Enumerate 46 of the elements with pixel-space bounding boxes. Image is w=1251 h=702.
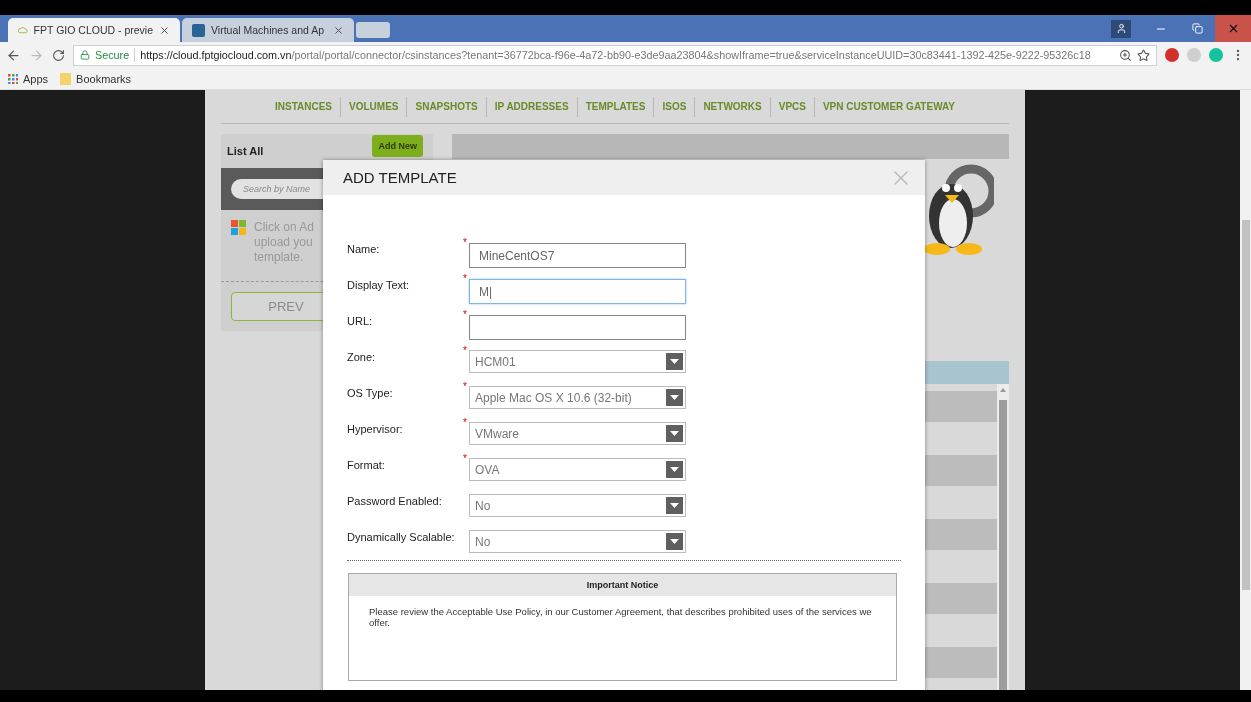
nav-link[interactable]: INSTANCES bbox=[267, 96, 341, 117]
panel-title: List All bbox=[227, 144, 264, 157]
tab-title: FPT GIO CLOUD - previe bbox=[33, 24, 153, 36]
nav-link[interactable]: IP ADDRESSES bbox=[485, 96, 577, 117]
url-text: https://cloud.fptgiocloud.com.vn/portal/portal/connector/csinstances?tenant=36772bca-f96e-4a72-bb90-e3de9aa23804&showIframe=true&serviceInstanceUUID=30c83441-1392-425e-9222-95326c18 bbox=[140, 49, 1092, 61]
field-label: Zone: bbox=[347, 350, 377, 363]
nav-link[interactable]: NETWORKS bbox=[694, 96, 770, 117]
required-mark: * bbox=[463, 237, 467, 248]
text-field[interactable]: M| bbox=[469, 279, 686, 304]
field-label: Hypervisor: bbox=[347, 422, 404, 435]
dropdown-field[interactable]: Apple Mac OS X 10.6 (32-bit) bbox=[469, 386, 686, 409]
nav-link[interactable]: VOLUMES bbox=[340, 96, 407, 117]
dropdown-field[interactable]: OVA bbox=[469, 458, 686, 481]
nav-link[interactable]: TEMPLATES bbox=[576, 96, 654, 117]
bookmarks-folder[interactable]: Bookmarks bbox=[60, 72, 132, 85]
nav-link[interactable]: ISOS bbox=[653, 96, 695, 117]
required-mark: * bbox=[463, 417, 467, 428]
field-label: OS Type: bbox=[347, 386, 394, 399]
tab-title: Virtual Machines and Ap bbox=[211, 24, 326, 36]
field-label: Password Enabled: bbox=[347, 494, 443, 507]
required-mark: * bbox=[463, 273, 467, 284]
text-field[interactable]: MineCentOS7 bbox=[469, 243, 686, 268]
field-label: Name: bbox=[347, 242, 381, 255]
required-mark: * bbox=[463, 309, 467, 320]
browser-tab[interactable]: FPT GIO CLOUD - previe bbox=[8, 18, 180, 42]
field-label: Dynamically Scalable: bbox=[347, 530, 456, 543]
dropdown-field[interactable]: No bbox=[469, 530, 686, 553]
notice-text: Please review the Acceptable Use Policy, in our Customer Agreement, that describes prohibited uses of the services we offer. bbox=[368, 605, 873, 630]
required-mark: * bbox=[463, 453, 467, 464]
add-new-button[interactable]: Add New bbox=[372, 134, 423, 157]
notice-title: Important Notice bbox=[349, 574, 896, 596]
nav-link[interactable]: VPN CUSTOMER GATEWAY bbox=[813, 96, 963, 117]
nav-link[interactable]: SNAPSHOTS bbox=[406, 96, 486, 117]
address-bar[interactable]: Secure https://cloud.fptgiocloud.com.vn/portal/portal/connector/csinstances?tenant=36772bca-f96e-4a72-bb90-e3de9aa23804&showIframe=true&serviceInstanceUUID=30c83441-1392-425e-9222-95326c18 bbox=[73, 44, 1157, 66]
required-mark: * bbox=[463, 345, 467, 356]
dropdown-field[interactable]: VMware bbox=[469, 422, 686, 445]
field-label: URL: bbox=[347, 314, 374, 327]
dropdown-field[interactable]: HCM01 bbox=[469, 350, 686, 373]
apps-bookmark[interactable]: Apps bbox=[8, 72, 49, 85]
nav-link[interactable]: VPCS bbox=[769, 96, 814, 117]
secure-label: Secure bbox=[95, 49, 130, 61]
required-mark: * bbox=[463, 381, 467, 392]
field-label: Display Text: bbox=[347, 278, 411, 291]
browser-tab[interactable]: Virtual Machines and Ap bbox=[182, 18, 354, 42]
dropdown-field[interactable]: No bbox=[469, 494, 686, 517]
field-label: Format: bbox=[347, 458, 386, 471]
